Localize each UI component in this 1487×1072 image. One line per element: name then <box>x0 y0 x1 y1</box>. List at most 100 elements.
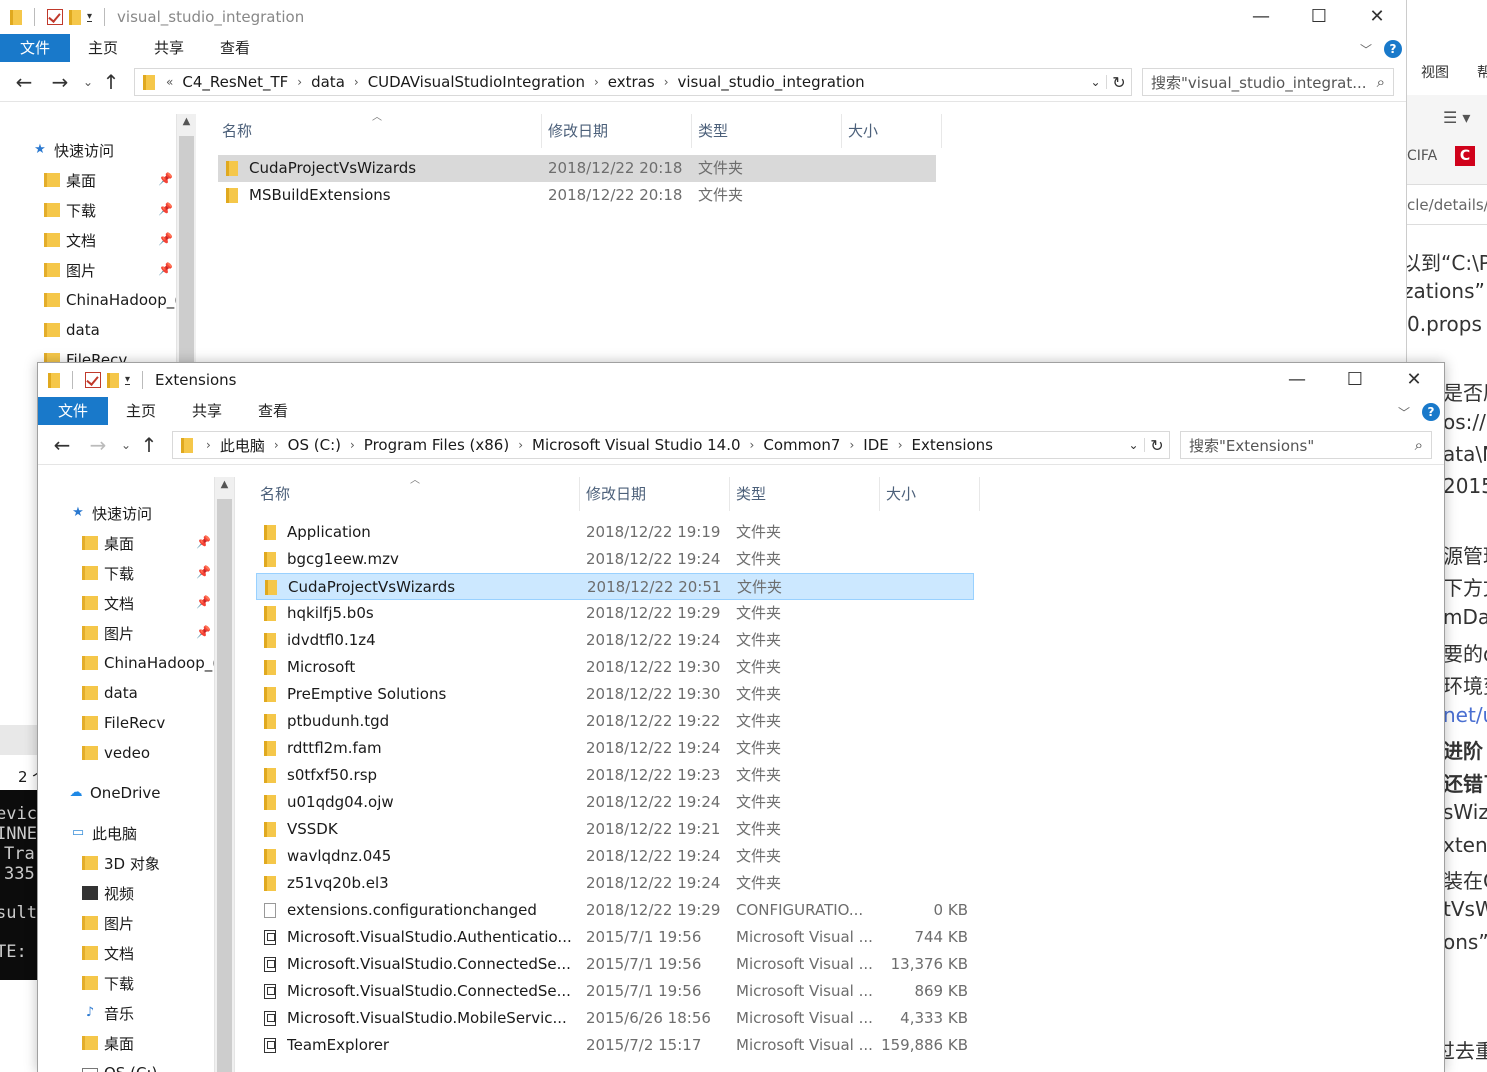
pin-icon[interactable]: 📌 <box>158 202 173 216</box>
overflow-crumbs[interactable]: « <box>163 75 176 89</box>
nav-item-pictures[interactable]: 图片 <box>44 256 96 284</box>
nav-item-data[interactable]: data <box>44 316 100 344</box>
file-row-selected[interactable]: CudaProjectVsWizards 2018/12/22 20:51 文件夹 <box>256 573 974 600</box>
nav-item-downloads[interactable]: 下载 <box>44 196 96 224</box>
customize-toolbar-icon[interactable]: ▾ <box>87 11 93 22</box>
expand-ribbon-icon[interactable]: ﹀ <box>1360 41 1372 58</box>
column-name[interactable]: 名称 <box>254 477 580 511</box>
properties-icon[interactable] <box>47 9 63 25</box>
file-row[interactable]: PreEmptive Solutions 2018/12/22 19:30 文件夹 <box>256 681 974 708</box>
column-date[interactable]: 修改日期 <box>580 477 730 511</box>
new-folder-icon[interactable] <box>69 9 81 25</box>
nav-item-desktop[interactable]: 桌面 <box>82 529 134 557</box>
nav-item-vedeo[interactable]: vedeo <box>82 739 150 767</box>
forward-arrow-icon[interactable]: → <box>42 70 78 94</box>
minimize-button[interactable]: — <box>1232 0 1290 34</box>
minimize-button[interactable]: — <box>1268 363 1326 397</box>
nav-item-music[interactable]: ♪ 音乐 <box>82 999 134 1027</box>
nav-scrollbar[interactable]: ▲ <box>214 477 234 1072</box>
scroll-up-icon[interactable]: ▲ <box>215 479 234 490</box>
recent-locations-icon[interactable]: ⌄ <box>116 438 136 452</box>
nav-item-3d-objects[interactable]: 3D 对象 <box>82 849 160 877</box>
nav-item-desktop[interactable]: 桌面 <box>44 166 96 194</box>
customize-toolbar-icon[interactable]: ▾ <box>125 374 131 385</box>
search-input[interactable]: 搜索"visual_studio_integrat... ⌕ <box>1142 68 1394 96</box>
new-folder-icon[interactable] <box>107 372 119 388</box>
breadcrumb-item[interactable]: data <box>305 73 351 91</box>
file-row[interactable]: idvdtfl0.1z4 2018/12/22 19:24 文件夹 <box>256 627 974 654</box>
breadcrumb-item[interactable]: extras <box>602 73 661 91</box>
maximize-button[interactable]: ☐ <box>1326 363 1384 397</box>
nav-item-chinahadoop[interactable]: ChinaHadoop_( <box>44 286 180 314</box>
file-row[interactable]: wavlqdnz.045 2018/12/22 19:24 文件夹 <box>256 843 974 870</box>
nav-item-filerecv[interactable]: FileRecv <box>82 709 165 737</box>
pin-icon[interactable]: 📌 <box>196 595 211 609</box>
address-dropdown-icon[interactable]: ⌄ <box>1123 438 1145 452</box>
nav-item-quick-access[interactable]: ★ 快速访问 <box>70 499 152 527</box>
file-row[interactable]: ptbudunh.tgd 2018/12/22 19:22 文件夹 <box>256 708 974 735</box>
nav-item-documents-pc[interactable]: 文档 <box>82 939 134 967</box>
nav-item-downloads[interactable]: 下载 <box>82 559 134 587</box>
file-row[interactable]: Microsoft.VisualStudio.MobileServic... 20… <box>256 1005 974 1032</box>
forward-arrow-icon[interactable]: → <box>80 433 116 457</box>
breadcrumb-item[interactable]: IDE <box>857 436 894 454</box>
file-row[interactable]: Microsoft.VisualStudio.ConnectedSe... 201… <box>256 978 974 1005</box>
address-dropdown-icon[interactable]: ⌄ <box>1085 75 1107 89</box>
nav-item-quick-access[interactable]: ★ 快速访问 <box>32 136 114 164</box>
tab-file[interactable]: 文件 <box>0 34 71 62</box>
column-date[interactable]: 修改日期 <box>542 114 692 148</box>
nav-item-this-pc[interactable]: ▭ 此电脑 <box>70 819 137 847</box>
column-type[interactable]: 类型 <box>730 477 880 511</box>
file-row[interactable]: extensions.configurationchanged 2018/12/2… <box>256 897 974 924</box>
file-row[interactable]: z51vq20b.el3 2018/12/22 19:24 文件夹 <box>256 870 974 897</box>
close-button[interactable]: ✕ <box>1385 363 1443 397</box>
breadcrumb-item[interactable]: Program Files (x86) <box>358 436 515 454</box>
file-row[interactable]: Microsoft.VisualStudio.Authenticatio... 2… <box>256 924 974 951</box>
nav-item-onedrive[interactable]: ☁ OneDrive <box>68 779 161 807</box>
tab-home[interactable]: 主页 <box>70 34 136 62</box>
scroll-thumb[interactable] <box>217 499 232 1072</box>
recent-locations-icon[interactable]: ⌄ <box>78 75 98 89</box>
expand-ribbon-icon[interactable]: ﹀ <box>1398 404 1410 421</box>
pin-icon[interactable]: 📌 <box>196 625 211 639</box>
scroll-thumb[interactable] <box>179 136 194 362</box>
breadcrumb-item[interactable]: Microsoft Visual Studio 14.0 <box>526 436 747 454</box>
tab-view[interactable]: 查看 <box>240 397 306 425</box>
scroll-up-icon[interactable]: ▲ <box>177 116 196 127</box>
column-size[interactable]: 大小 <box>880 477 980 511</box>
pin-icon[interactable]: 📌 <box>196 535 211 549</box>
refresh-icon[interactable]: ↻ <box>1107 73 1131 92</box>
tab-home[interactable]: 主页 <box>108 397 174 425</box>
help-icon[interactable]: ? <box>1384 40 1403 58</box>
pin-icon[interactable]: 📌 <box>196 565 211 579</box>
file-row[interactable]: u01qdg04.ojw 2018/12/22 19:24 文件夹 <box>256 789 974 816</box>
tab-file[interactable]: 文件 <box>38 397 109 425</box>
breadcrumb-item[interactable]: CUDAVisualStudioIntegration <box>362 73 591 91</box>
column-size[interactable]: 大小 <box>842 114 942 148</box>
pane-divider[interactable] <box>234 477 235 1072</box>
address-bar[interactable]: « C4_ResNet_TF › data › CUDAVisualStudioIn… <box>134 68 1132 96</box>
file-row[interactable]: Microsoft.VisualStudio.ConnectedSe... 201… <box>256 951 974 978</box>
back-arrow-icon[interactable]: ← <box>44 433 80 457</box>
tab-share[interactable]: 共享 <box>174 397 240 425</box>
search-input[interactable]: 搜索"Extensions" ⌕ <box>1180 431 1432 459</box>
nav-item-filerecv[interactable]: FileRecv <box>44 346 127 362</box>
file-row[interactable]: bgcg1eew.mzv 2018/12/22 19:24 文件夹 <box>256 546 974 573</box>
breadcrumb-item[interactable]: C4_ResNet_TF <box>176 73 294 91</box>
nav-scrollbar[interactable]: ▲ <box>176 114 196 362</box>
nav-item-pictures-pc[interactable]: 图片 <box>82 909 134 937</box>
nav-item-data[interactable]: data <box>82 679 138 707</box>
file-row[interactable]: rdttfl2m.fam 2018/12/22 19:24 文件夹 <box>256 735 974 762</box>
pin-icon[interactable]: 📌 <box>158 262 173 276</box>
breadcrumb-item[interactable]: visual_studio_integration <box>672 73 871 91</box>
breadcrumb-item[interactable]: 此电脑 <box>214 435 271 456</box>
column-name[interactable]: 名称 <box>216 114 542 148</box>
nav-item-pictures[interactable]: 图片 <box>82 619 134 647</box>
file-row[interactable]: hqkilfj5.b0s 2018/12/22 19:29 文件夹 <box>256 600 974 627</box>
nav-item-documents[interactable]: 文档 <box>82 589 134 617</box>
nav-item-videos[interactable]: 视频 <box>82 879 134 907</box>
up-arrow-icon[interactable]: ↑ <box>136 433 162 457</box>
address-bar[interactable]: › 此电脑 › OS (C:) › Program Files (x86) › Mic… <box>172 431 1170 459</box>
file-row[interactable]: Microsoft 2018/12/22 19:30 文件夹 <box>256 654 974 681</box>
nav-item-downloads-pc[interactable]: 下载 <box>82 969 134 997</box>
